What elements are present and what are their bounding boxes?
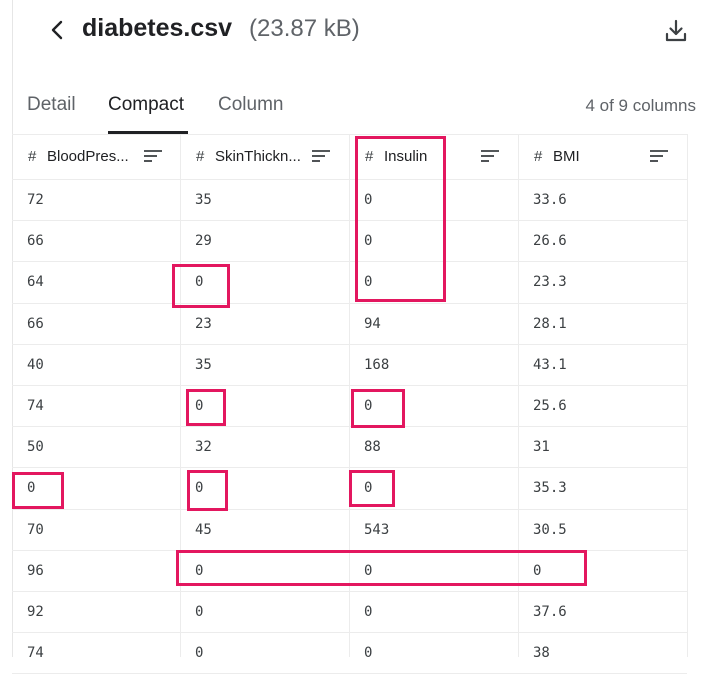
table-cell: 23: [195, 316, 212, 332]
table-cell: 64: [27, 274, 44, 290]
highlight-insulin-zeros: [355, 136, 446, 302]
numeric-type-icon: #: [196, 148, 205, 165]
column-header-label: BMI: [553, 148, 580, 165]
table-cell: 70: [27, 522, 44, 538]
table-cell: 74: [27, 645, 44, 661]
file-header: diabetes.csv (23.87 kB): [0, 0, 705, 62]
column-header-label: SkinThickn...: [215, 148, 301, 165]
numeric-type-icon: #: [534, 148, 543, 165]
table-cell: 43.1: [533, 357, 567, 373]
table-cell: 26.6: [533, 233, 567, 249]
table-cell: 0: [364, 604, 373, 620]
sort-icon[interactable]: [144, 149, 162, 163]
tab-column[interactable]: Column: [218, 94, 283, 116]
sort-icon[interactable]: [650, 149, 668, 163]
table-cell: 33.6: [533, 192, 567, 208]
table-cell: 40: [27, 357, 44, 373]
highlight-insulin-zero: [351, 389, 405, 428]
highlight-skin-zero: [187, 470, 228, 511]
table-cell: 45: [195, 522, 212, 538]
tab-compact[interactable]: Compact: [108, 94, 184, 116]
chevron-left-icon[interactable]: [46, 18, 70, 42]
table-cell: 32: [195, 439, 212, 455]
file-size: (23.87 kB): [249, 15, 360, 42]
table-cell: 96: [27, 563, 44, 579]
table-cell: 0: [364, 645, 373, 661]
column-header[interactable]: # BloodPres...: [12, 134, 180, 179]
table-cell: 168: [364, 357, 390, 373]
table-cell: 88: [364, 439, 381, 455]
table-cell: 0: [195, 645, 204, 661]
highlight-bloodpressure-zero: [12, 472, 64, 509]
table-cell: 66: [27, 233, 44, 249]
table-cell: 29: [195, 233, 212, 249]
table-cell: 72: [27, 192, 44, 208]
table-cell: 74: [27, 398, 44, 414]
column-header[interactable]: # BMI: [518, 134, 686, 179]
column-divider: [687, 134, 688, 657]
table-cell: 30.5: [533, 522, 567, 538]
view-tabs: Detail Compact Column 4 of 9 columns: [0, 86, 705, 134]
table-cell: 543: [364, 522, 390, 538]
highlight-insulin-zero: [349, 470, 395, 507]
highlight-skin-zero: [172, 264, 230, 308]
table-cell: 0: [195, 604, 204, 620]
column-count: 4 of 9 columns: [585, 96, 696, 115]
table-cell: 37.6: [533, 604, 567, 620]
column-header-label: BloodPres...: [47, 148, 129, 165]
table-cell: 23.3: [533, 274, 567, 290]
table-cell: 25.6: [533, 398, 567, 414]
file-title: diabetes.csv: [82, 14, 233, 42]
column-header[interactable]: # SkinThickn...: [180, 134, 348, 179]
table-cell: 35.3: [533, 480, 567, 496]
sort-icon[interactable]: [312, 149, 330, 163]
table-cell: 35: [195, 357, 212, 373]
highlight-row-zeros: [176, 550, 587, 586]
sort-icon[interactable]: [481, 149, 499, 163]
table-cell: 50: [27, 439, 44, 455]
table-cell: 31: [533, 439, 550, 455]
numeric-type-icon: #: [28, 148, 37, 165]
table-cell: 66: [27, 316, 44, 332]
table-cell: 35: [195, 192, 212, 208]
download-icon[interactable]: [662, 17, 690, 45]
highlight-skin-zero: [186, 389, 226, 426]
tab-detail[interactable]: Detail: [27, 94, 76, 116]
table-cell: 38: [533, 645, 550, 661]
table-cell: 92: [27, 604, 44, 620]
table-cell: 94: [364, 316, 381, 332]
table-cell: 28.1: [533, 316, 567, 332]
